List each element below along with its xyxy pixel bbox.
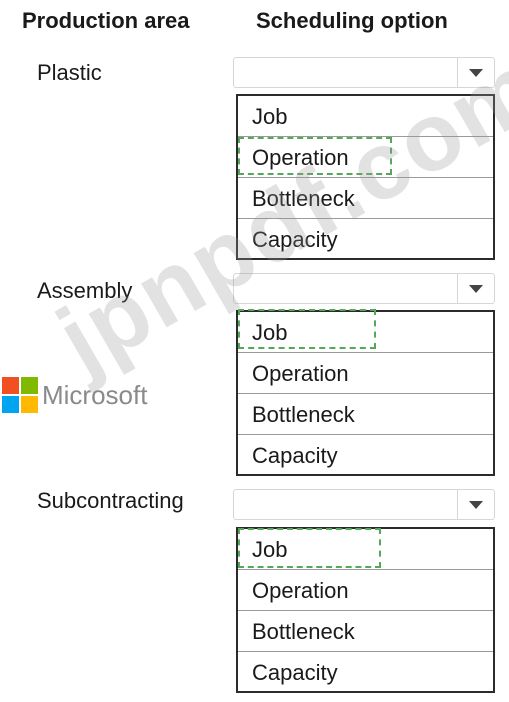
- options-list-subcontracting: Job Operation Bottleneck Capacity: [236, 527, 495, 693]
- chevron-down-icon: [469, 501, 483, 509]
- area-label-assembly: Assembly: [37, 278, 133, 303]
- microsoft-wordmark: Microsoft: [42, 380, 148, 410]
- column-header-production-area: Production area: [22, 8, 190, 33]
- area-label-subcontracting: Subcontracting: [37, 488, 184, 513]
- option-capacity[interactable]: Capacity: [238, 435, 493, 476]
- option-job[interactable]: Job: [238, 529, 493, 570]
- option-capacity[interactable]: Capacity: [238, 219, 493, 260]
- option-bottleneck[interactable]: Bottleneck: [238, 178, 493, 219]
- dropdown-toggle-plastic[interactable]: [457, 58, 494, 87]
- dropdown-subcontracting[interactable]: [233, 489, 495, 520]
- dropdown-plastic[interactable]: [233, 57, 495, 88]
- option-capacity[interactable]: Capacity: [238, 652, 493, 693]
- dropdown-toggle-assembly[interactable]: [457, 274, 494, 303]
- options-list-assembly: Job Operation Bottleneck Capacity: [236, 310, 495, 476]
- options-list-plastic: Job Operation Bottleneck Capacity: [236, 94, 495, 260]
- option-bottleneck[interactable]: Bottleneck: [238, 394, 493, 435]
- option-bottleneck[interactable]: Bottleneck: [238, 611, 493, 652]
- option-operation[interactable]: Operation: [238, 137, 493, 178]
- option-operation[interactable]: Operation: [238, 353, 493, 394]
- dropdown-toggle-subcontracting[interactable]: [457, 490, 494, 519]
- chevron-down-icon: [469, 69, 483, 77]
- column-header-scheduling-option: Scheduling option: [256, 8, 448, 33]
- chevron-down-icon: [469, 285, 483, 293]
- option-operation[interactable]: Operation: [238, 570, 493, 611]
- option-job[interactable]: Job: [238, 312, 493, 353]
- option-job[interactable]: Job: [238, 96, 493, 137]
- dropdown-assembly[interactable]: [233, 273, 495, 304]
- microsoft-logo-icon: [2, 377, 38, 413]
- area-label-plastic: Plastic: [37, 60, 102, 85]
